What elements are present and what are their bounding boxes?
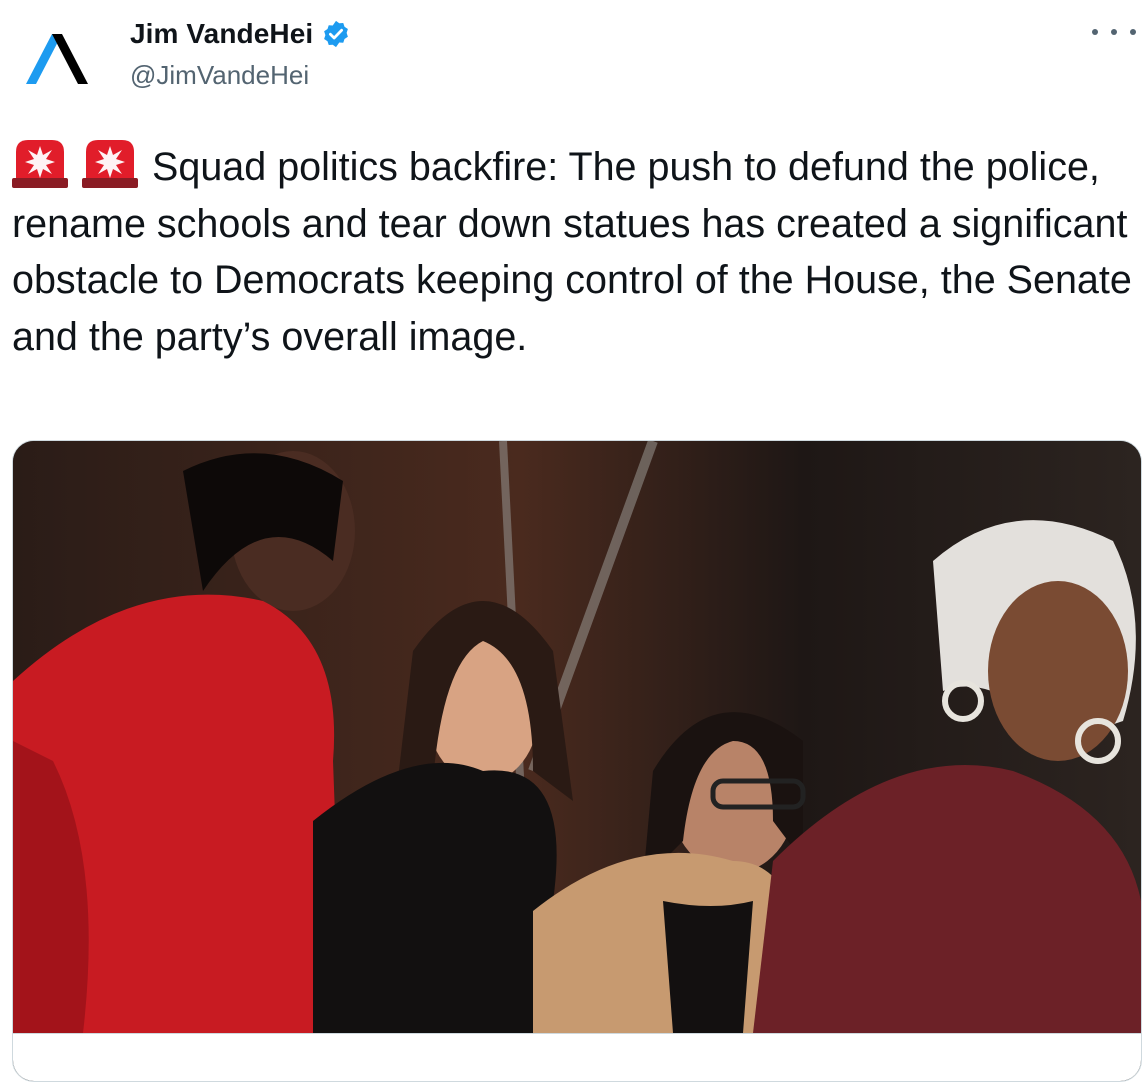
tweet-header: Jim VandeHei @JimVandeHei: [0, 0, 1144, 110]
more-options-icon[interactable]: [1092, 20, 1136, 44]
author-name[interactable]: Jim VandeHei: [130, 18, 313, 50]
verified-badge-icon: [324, 20, 349, 48]
tweet-photo[interactable]: [13, 441, 1141, 1033]
avatar[interactable]: [12, 20, 100, 108]
link-card-preview[interactable]: [13, 1033, 1141, 1081]
tweet-body: Squad politics backfire: The push to def…: [12, 145, 1132, 359]
police-light-icon: [12, 140, 68, 188]
author-name-row[interactable]: Jim VandeHei: [130, 18, 351, 50]
author-handle[interactable]: @JimVandeHei: [130, 60, 309, 91]
police-light-icon: [82, 140, 138, 188]
axios-logo-icon: [26, 34, 88, 84]
tweet-text: Squad politics backfire: The push to def…: [12, 138, 1137, 365]
tweet-media[interactable]: [12, 440, 1142, 1082]
